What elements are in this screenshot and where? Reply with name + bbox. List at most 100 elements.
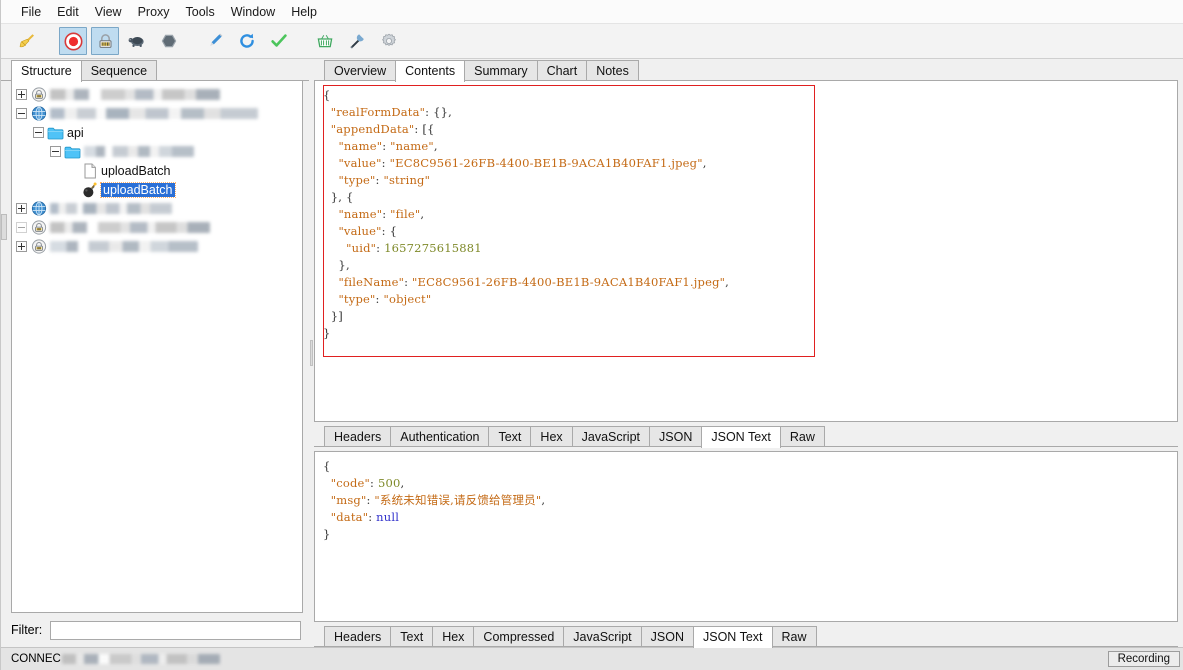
- response-json-text: { "code": 500, "msg": "系统未知错误,请反馈给管理员", …: [315, 452, 1177, 549]
- menu-proxy[interactable]: Proxy: [130, 3, 178, 21]
- code-line: "code": 500,: [323, 475, 1169, 492]
- res-tab-headers[interactable]: Headers: [324, 626, 392, 647]
- code-line: }]: [323, 308, 1169, 325]
- validate-button[interactable]: [265, 27, 293, 55]
- tree-expand-icon[interactable]: [16, 241, 27, 252]
- code-token: :: [382, 207, 391, 221]
- code-token: "value": [338, 224, 382, 238]
- res-tab-text[interactable]: Text: [390, 626, 434, 647]
- code-line: }: [323, 325, 1169, 342]
- tree-node[interactable]: [12, 85, 302, 104]
- code-token: "object": [383, 292, 432, 306]
- ssl-proxying-button[interactable]: [91, 27, 119, 55]
- tree-node[interactable]: uploadBatch: [12, 161, 302, 180]
- connection-status: CONNEC: [11, 653, 220, 665]
- res-tab-json[interactable]: JSON: [640, 626, 694, 647]
- clear-broom-button[interactable]: [13, 27, 41, 55]
- req-tab-authentication[interactable]: Authentication: [390, 426, 490, 447]
- tree-node[interactable]: [12, 199, 302, 218]
- res-tab-hex[interactable]: Hex: [432, 626, 475, 647]
- req-tab-raw[interactable]: Raw: [779, 426, 825, 447]
- tree-node[interactable]: [12, 237, 302, 256]
- breakpoints-button[interactable]: [155, 27, 183, 55]
- res-tab-javascript[interactable]: JavaScript: [563, 626, 642, 647]
- code-line: "data": null: [323, 509, 1169, 526]
- tree-collapse-icon[interactable]: [16, 222, 27, 233]
- menu-tools[interactable]: Tools: [178, 3, 223, 21]
- req-tab-json-text[interactable]: JSON Text: [701, 426, 781, 448]
- req-tab-text[interactable]: Text: [488, 426, 532, 447]
- tree-expand-icon[interactable]: [16, 89, 27, 100]
- tree-node[interactable]: [12, 104, 302, 123]
- tree-node[interactable]: [12, 142, 302, 161]
- throttle-button[interactable]: [123, 27, 151, 55]
- settings-button[interactable]: [375, 27, 403, 55]
- menu-file[interactable]: File: [13, 3, 49, 21]
- code-line: "value": "EC8C9561-26FB-4400-BE1B-9ACA1B…: [323, 155, 1169, 172]
- response-body-viewer[interactable]: { "code": 500, "msg": "系统未知错误,请反馈给管理员", …: [314, 451, 1178, 622]
- tree-expander-placeholder: [67, 184, 78, 195]
- tree-node[interactable]: api: [12, 123, 302, 142]
- compose-button[interactable]: [201, 27, 229, 55]
- code-token: :: [370, 476, 378, 490]
- session-tree-container[interactable]: api uploadBatch uploadBatch: [11, 81, 303, 613]
- request-tabs: Overview Contents Summary Chart Notes: [314, 59, 1178, 82]
- req-tab-json[interactable]: JSON: [649, 426, 703, 447]
- tab-overview[interactable]: Overview: [324, 60, 397, 81]
- charles-proxy-window: File Edit View Proxy Tools Window Help S…: [0, 0, 1183, 670]
- code-token: "msg": [330, 493, 367, 507]
- tab-chart[interactable]: Chart: [536, 60, 588, 81]
- req-tab-javascript[interactable]: JavaScript: [571, 426, 651, 447]
- code-token: ,: [725, 275, 730, 289]
- res-tab-raw[interactable]: Raw: [771, 626, 817, 647]
- tab-structure[interactable]: Structure: [11, 60, 82, 82]
- tab-summary[interactable]: Summary: [464, 60, 538, 81]
- request-section: Overview Contents Summary Chart Notes { "rea…: [314, 59, 1178, 448]
- tree-node[interactable]: [12, 218, 302, 237]
- code-token: {: [323, 88, 331, 102]
- req-tab-hex[interactable]: Hex: [530, 426, 573, 447]
- res-tab-compressed[interactable]: Compressed: [473, 626, 565, 647]
- filter-input[interactable]: [50, 620, 301, 640]
- code-token: "type": [338, 292, 376, 306]
- tree-collapse-icon[interactable]: [50, 146, 61, 157]
- req-tab-headers[interactable]: Headers: [324, 426, 392, 447]
- status-bar: CONNEC Recording: [1, 647, 1183, 670]
- menu-window[interactable]: Window: [223, 3, 283, 21]
- tree-expand-icon[interactable]: [16, 203, 27, 214]
- main-body: Structure Sequence api uploadBatch uploadBa…: [1, 59, 1183, 648]
- res-tab-json-text[interactable]: JSON Text: [693, 626, 773, 648]
- tools-wrench-icon: [350, 34, 364, 49]
- code-token: "string": [383, 173, 431, 187]
- tools-button[interactable]: [343, 27, 371, 55]
- recording-status-badge[interactable]: Recording: [1107, 651, 1180, 667]
- menu-edit[interactable]: Edit: [49, 3, 87, 21]
- clear-broom-icon: [19, 34, 34, 48]
- folder-icon: [64, 144, 81, 160]
- detail-panel: Overview Contents Summary Chart Notes { "rea…: [314, 59, 1183, 648]
- menu-bar: File Edit View Proxy Tools Window Help: [1, 0, 1183, 24]
- record-button[interactable]: [59, 27, 87, 55]
- basket-button[interactable]: [311, 27, 339, 55]
- response-view-tabs: Headers Text Hex Compressed JavaScript JSON JS…: [314, 625, 1178, 648]
- tree-collapse-icon[interactable]: [33, 127, 44, 138]
- tab-notes[interactable]: Notes: [586, 60, 639, 81]
- menu-view[interactable]: View: [87, 3, 130, 21]
- repeat-button[interactable]: [233, 27, 261, 55]
- request-body-viewer[interactable]: { "realFormData": {}, "appendData": [{ "…: [314, 81, 1178, 422]
- code-token: }: [323, 527, 331, 541]
- tree-collapse-icon[interactable]: [16, 108, 27, 119]
- tab-contents[interactable]: Contents: [395, 60, 466, 82]
- tree-node-label: api: [67, 125, 84, 140]
- bomb-icon: [81, 182, 98, 198]
- tree-node-selected[interactable]: uploadBatch: [12, 180, 302, 199]
- connection-prefix: CONNEC: [11, 653, 61, 665]
- left-edge-grip[interactable]: [1, 214, 7, 240]
- code-token: :: [404, 275, 413, 289]
- tab-sequence[interactable]: Sequence: [80, 60, 158, 81]
- menu-help[interactable]: Help: [283, 3, 325, 21]
